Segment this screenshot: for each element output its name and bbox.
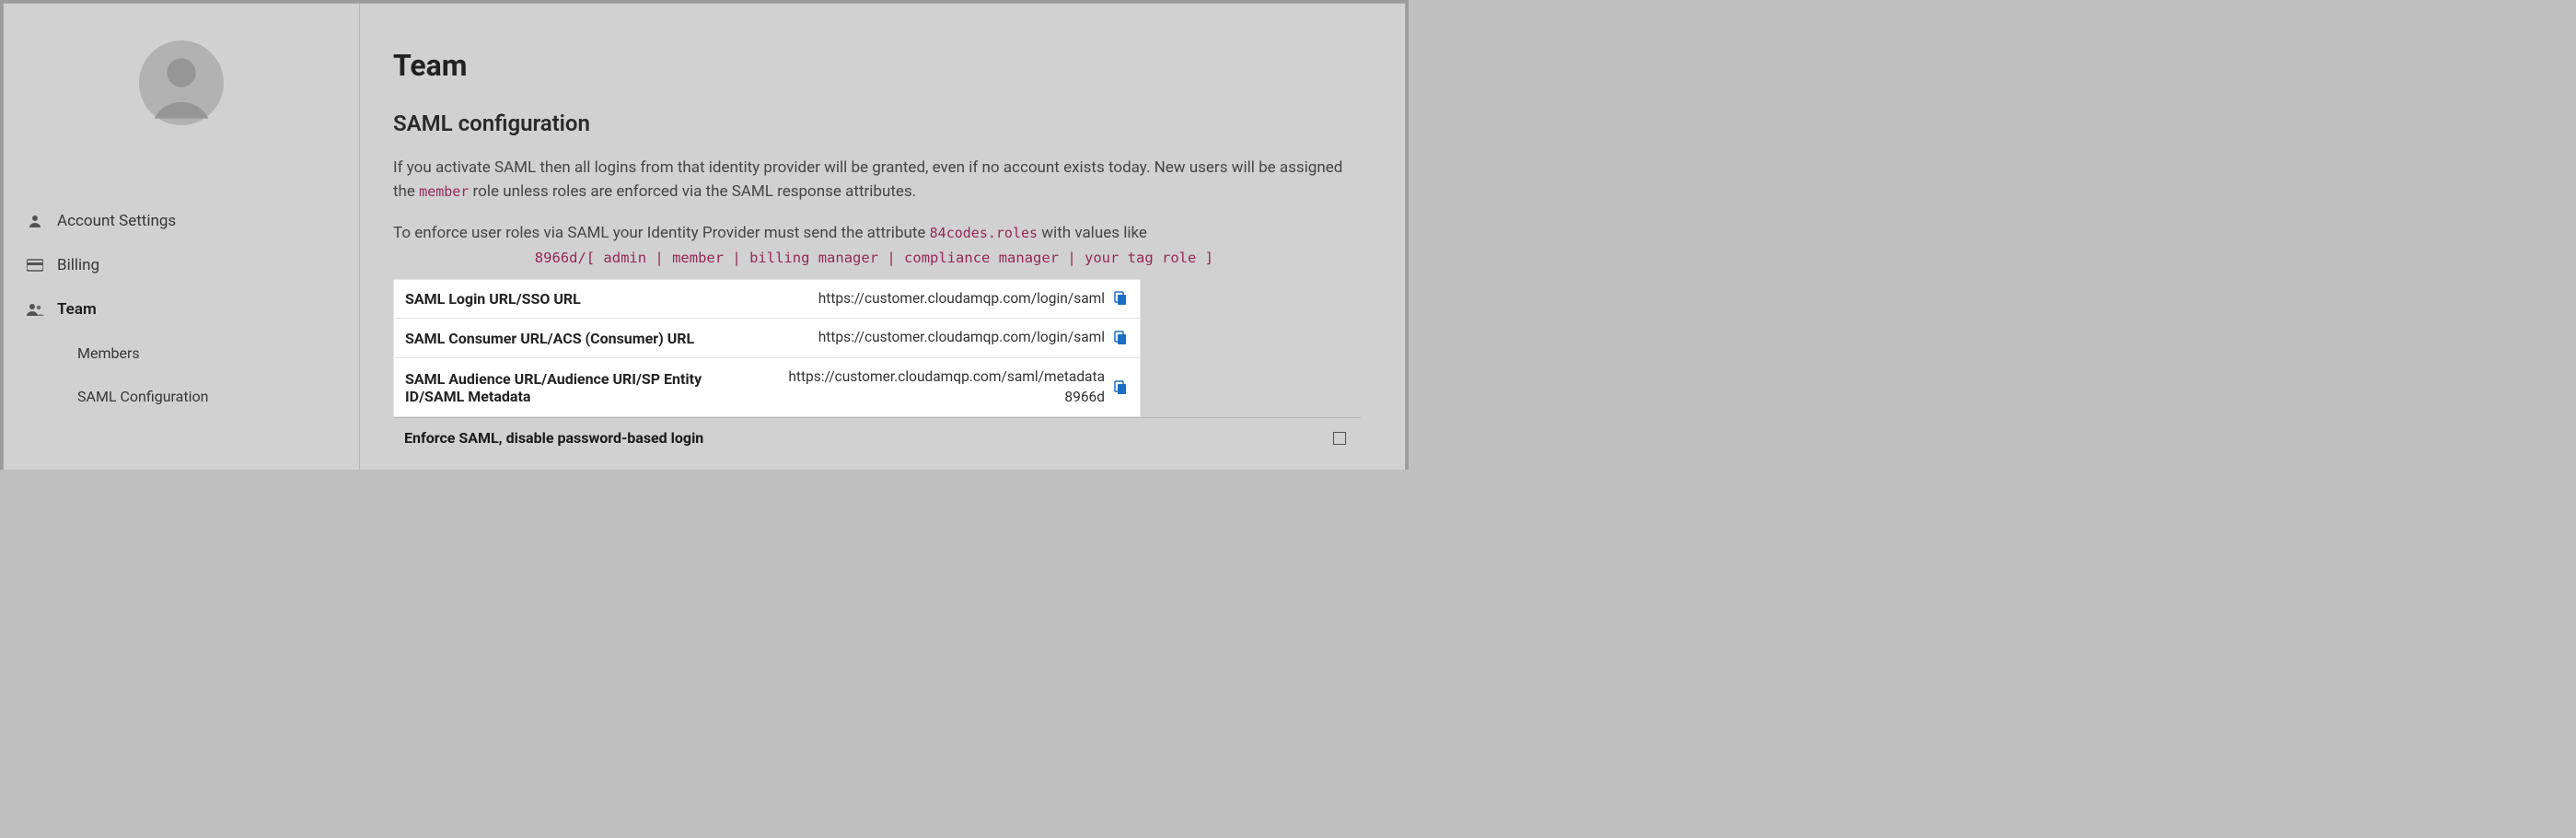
saml-consumer-url-label: SAML Consumer URL/ACS (Consumer) URL [405, 330, 755, 347]
saml-login-url-value: https://customer.cloudamqp.com/login/sam… [818, 289, 1105, 309]
section-title: SAML configuration [393, 111, 1361, 136]
copy-icon[interactable] [1110, 289, 1129, 308]
saml-url-table: SAML Login URL/SSO URL https://customer.… [393, 279, 1141, 418]
table-row: SAML Audience URL/Audience URI/SP Entity… [394, 358, 1140, 417]
member-code: member [419, 183, 469, 200]
sidebar-subitem-label: Members [77, 344, 140, 362]
sidebar-item-label: Account Settings [57, 212, 176, 230]
saml-audience-url-label: SAML Audience URL/Audience URI/SP Entity… [405, 370, 755, 405]
page-title: Team [393, 48, 1361, 83]
users-icon [26, 302, 44, 317]
copy-icon[interactable] [1110, 378, 1129, 397]
saml-description-2: To enforce user roles via SAML your Iden… [393, 222, 1361, 246]
enforce-saml-row: Enforce SAML, disable password-based log… [393, 417, 1361, 458]
copy-icon[interactable] [1110, 329, 1129, 347]
user-icon [26, 214, 44, 228]
roles-attribute-code: 84codes.roles [930, 225, 1038, 241]
sidebar-item-team[interactable]: Team [4, 287, 359, 332]
enforce-saml-checkbox[interactable] [1333, 432, 1346, 445]
sidebar-item-label: Team [57, 300, 97, 319]
sidebar-item-billing[interactable]: Billing [4, 243, 359, 287]
table-row: SAML Login URL/SSO URL https://customer.… [394, 280, 1140, 320]
sidebar: Account Settings Billing Team Members [4, 4, 360, 470]
enforce-saml-label: Enforce SAML, disable password-based log… [404, 429, 703, 447]
sidebar-item-label: Billing [57, 256, 99, 274]
table-row: SAML Consumer URL/ACS (Consumer) URL htt… [394, 319, 1140, 358]
main-content: Team SAML configuration If you activate … [360, 4, 1405, 470]
sidebar-subitem-saml-configuration[interactable]: SAML Configuration [4, 375, 359, 418]
saml-consumer-url-value: https://customer.cloudamqp.com/login/sam… [818, 328, 1105, 348]
sidebar-item-account-settings[interactable]: Account Settings [4, 199, 359, 243]
saml-audience-url-value: https://customer.cloudamqp.com/saml/meta… [764, 367, 1105, 407]
sidebar-nav: Account Settings Billing Team Members [4, 199, 359, 418]
card-icon [26, 259, 44, 272]
saml-description-1: If you activate SAML then all logins fro… [393, 157, 1361, 204]
sidebar-subitem-label: SAML Configuration [77, 388, 208, 405]
saml-login-url-label: SAML Login URL/SSO URL [405, 290, 755, 308]
roles-example-code: 8966d/[ admin | member | billing manager… [393, 250, 1361, 266]
avatar [4, 41, 359, 125]
sidebar-subitem-members[interactable]: Members [4, 332, 359, 375]
